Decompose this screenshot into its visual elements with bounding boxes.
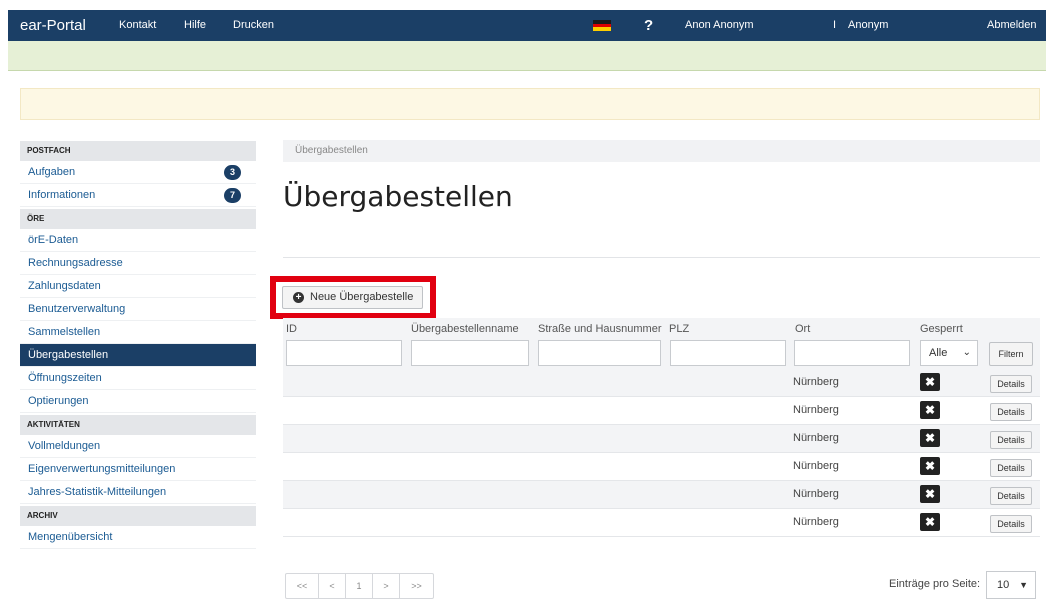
table-row: Nürnberg ✖ Details [283,397,1040,425]
cell-ort: Nürnberg [793,516,839,528]
pagination-page[interactable]: 1 [346,574,373,598]
sidebar-item-benutzerverwaltung[interactable]: Benutzerverwaltung [20,298,256,321]
cell-ort: Nürnberg [793,404,839,416]
per-page-label: Einträge pro Seite: [889,578,981,590]
locked-x-icon: ✖ [920,429,940,447]
sidebar-item-label: Informationen [28,189,96,201]
filter-button[interactable]: Filtern [989,342,1033,366]
sidebar-section-oere: ÖRE [20,209,256,229]
table-row: Nürnberg ✖ Details [283,481,1040,509]
nav-drucken-link[interactable]: Drucken [233,10,274,41]
column-header-name: Übergabestellenname [411,323,519,335]
table-row: Nürnberg ✖ Details [283,369,1040,397]
brand-logo[interactable]: ear-Portal [20,10,86,41]
details-button[interactable]: Details [990,487,1032,505]
sidebar: POSTFACH Aufgaben 3 Informationen 7 ÖRE … [20,141,256,549]
separator-mark: I [833,19,837,31]
filter-ort-input[interactable] [794,340,910,366]
sidebar-section-aktivitaeten: AKTIVITÄTEN [20,415,256,435]
plus-circle-icon: + [293,292,304,303]
details-button[interactable]: Details [990,459,1032,477]
nav-hilfe-link[interactable]: Hilfe [184,10,206,41]
nav-kontakt-link[interactable]: Kontakt [119,10,156,41]
sidebar-item-rechnungsadresse[interactable]: Rechnungsadresse [20,252,256,275]
column-header-gesperrt: Gesperrt [920,323,963,335]
select-value: 10 [997,579,1010,591]
sidebar-item-vollmeldungen[interactable]: Vollmeldungen [20,435,256,458]
user-name[interactable]: Anon Anonym [685,10,754,41]
filter-id-input[interactable] [286,340,402,366]
pagination-prev[interactable]: < [319,574,346,598]
pagination-next[interactable]: > [373,574,400,598]
filter-name-input[interactable] [411,340,529,366]
top-navbar: ear-Portal Kontakt Hilfe Drucken ? Anon … [8,10,1046,41]
cell-ort: Nürnberg [793,460,839,472]
sidebar-item-sammelstellen[interactable]: Sammelstellen [20,321,256,344]
count-badge: 3 [224,165,241,180]
new-uebergabestelle-button[interactable]: + Neue Übergabestelle [282,286,423,309]
locked-x-icon: ✖ [920,457,940,475]
table-row: Nürnberg ✖ Details [283,509,1040,537]
cell-ort: Nürnberg [793,432,839,444]
organisation-name[interactable]: Anonym [848,10,888,41]
filter-strasse-input[interactable] [538,340,661,366]
logout-link[interactable]: Abmelden [987,10,1037,41]
breadcrumb: Übergabestellen [283,140,1040,162]
pagination-last[interactable]: >> [400,574,433,598]
sidebar-item-aufgaben[interactable]: Aufgaben 3 [20,161,256,184]
button-label: Neue Übergabestelle [310,291,414,303]
german-flag-icon[interactable] [593,20,611,31]
sidebar-item-eigenverwertungsmitteilungen[interactable]: Eigenverwertungsmitteilungen [20,458,256,481]
select-value: Alle [929,347,948,359]
table-row: Nürnberg ✖ Details [283,425,1040,453]
sidebar-section-archiv: ARCHIV [20,506,256,526]
sidebar-item-oeffnungszeiten[interactable]: Öffnungszeiten [20,367,256,390]
details-button[interactable]: Details [990,431,1032,449]
column-header-plz: PLZ [669,323,690,335]
sidebar-item-optierungen[interactable]: Optierungen [20,390,256,413]
column-header-id: ID [286,323,297,335]
table-row: Nürnberg ✖ Details [283,453,1040,481]
divider [283,257,1040,258]
page-title: Übergabestellen [283,180,513,213]
pagination: << < 1 > >> [285,573,434,599]
locked-x-icon: ✖ [920,401,940,419]
sidebar-section-postfach: POSTFACH [20,141,256,161]
cell-ort: Nürnberg [793,376,839,388]
details-button[interactable]: Details [990,515,1032,533]
sidebar-item-jahres-statistik-mitteilungen[interactable]: Jahres-Statistik-Mitteilungen [20,481,256,504]
notice-box [20,88,1040,120]
locked-x-icon: ✖ [920,373,940,391]
sidebar-item-mengenuebersicht[interactable]: Mengenübersicht [20,526,256,549]
details-button[interactable]: Details [990,375,1032,393]
locked-x-icon: ✖ [920,485,940,503]
filter-plz-input[interactable] [670,340,786,366]
caret-down-icon: ▼ [1019,580,1028,590]
sidebar-item-informationen[interactable]: Informationen 7 [20,184,256,207]
sidebar-item-ore-daten[interactable]: örE-Daten [20,229,256,252]
locked-x-icon: ✖ [920,513,940,531]
per-page-select[interactable]: 10 ▼ [986,571,1036,599]
column-header-strasse: Straße und Hausnummer [538,323,662,335]
chevron-down-icon: ⌄ [962,347,971,358]
filter-gesperrt-select[interactable]: Alle ⌄ [920,340,978,366]
sidebar-item-zahlungsdaten[interactable]: Zahlungsdaten [20,275,256,298]
sidebar-item-uebergabestellen[interactable]: Übergabestellen [20,344,256,367]
sidebar-item-label: Aufgaben [28,166,76,178]
status-band [8,41,1046,71]
column-header-ort: Ort [795,323,811,335]
cell-ort: Nürnberg [793,488,839,500]
help-icon[interactable]: ? [644,10,653,41]
details-button[interactable]: Details [990,403,1032,421]
count-badge: 7 [224,188,241,203]
pagination-first[interactable]: << [286,574,319,598]
